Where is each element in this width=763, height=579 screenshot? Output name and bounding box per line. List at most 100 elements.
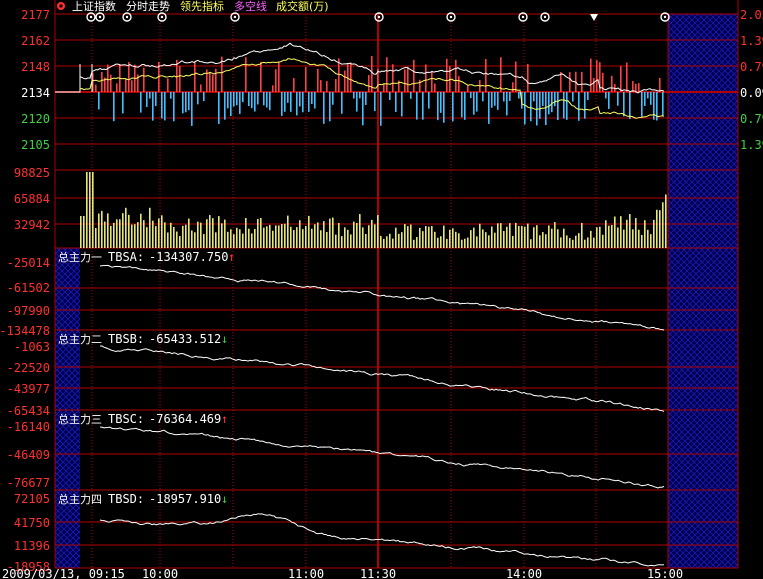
momentum-stick [215,68,217,92]
gear-icon-hub [125,15,129,19]
pct-tick-label: 1.39% [740,34,763,48]
gear-icon-hub [377,15,381,19]
momentum-stick [647,92,649,99]
indicator-tick-label: 72105 [14,492,50,506]
momentum-stick [170,92,172,99]
volume-bar [620,216,622,248]
triangle-down-icon [590,14,598,21]
momentum-stick [110,74,112,92]
momentum-stick [623,92,625,117]
volume-bar [89,172,91,248]
volume-bar [581,222,583,248]
volume-bar [224,219,226,248]
momentum-stick [218,92,220,124]
indicator-value: -76364.469 [149,412,221,426]
indicator-tick-label: -25014 [7,256,50,270]
momentum-stick [605,92,607,99]
volume-bar [311,228,313,248]
momentum-stick [284,92,286,112]
volume-bar [302,229,304,248]
volume-bar [356,222,358,248]
indicator-value: -134307.750 [149,250,228,264]
momentum-stick [200,84,202,92]
volume-bar [464,238,466,248]
volume-bar [554,222,556,248]
header-label-4: 成交额(万) [276,0,329,13]
volume-bar [329,218,331,248]
momentum-stick [266,92,268,108]
volume-bar [512,235,514,248]
momentum-stick [563,92,565,119]
indicator-code: TBSA: [108,250,144,264]
volume-bar [92,172,94,248]
momentum-stick [149,92,151,99]
indicator-line-TBSB [99,345,665,412]
indicator-value: -65433.512 [149,332,221,346]
momentum-stick [482,92,484,102]
momentum-stick [440,92,442,113]
momentum-stick [416,92,418,120]
momentum-stick [338,58,340,92]
volume-bar [650,234,652,248]
header-label-1: 分时走势 [126,0,170,13]
indicator-arrow: ↑ [228,250,235,264]
gear-icon-hub [543,15,547,19]
indicator-arrow: ↑ [221,412,228,426]
momentum-stick [431,70,433,92]
momentum-stick [587,92,589,101]
momentum-stick [632,81,634,92]
momentum-stick [608,92,610,109]
volume-bar [305,225,307,248]
momentum-stick [152,92,154,121]
momentum-stick [248,92,250,107]
momentum-stick [296,92,298,116]
volume-bar [227,231,229,248]
volume-bar [362,227,364,248]
volume-bar [128,214,130,248]
indicator-tick-label: -97990 [7,304,50,318]
volume-bar [635,218,637,248]
volume-bar [401,232,403,248]
momentum-stick [161,92,163,119]
price-tick-label: 2105 [21,138,50,152]
indicator-value: -18957.910 [149,492,221,506]
volume-bar [323,221,325,248]
indicator-title: 总主力一 [58,250,102,264]
momentum-stick [620,66,622,92]
volume-bar [494,232,496,248]
momentum-stick [368,74,370,92]
volume-bar [638,229,640,248]
volume-bar [623,229,625,248]
time-label: 11:00 [288,567,324,579]
indicator-tick-label: 41750 [14,516,50,530]
price-tick-label: 2177 [21,8,50,22]
volume-bar [317,222,319,248]
momentum-stick [524,92,526,125]
volume-bar [380,235,382,248]
volume-bar [524,226,526,248]
volume-bar [482,229,484,248]
volume-bar [140,213,142,248]
closed-zone-hatch [587,329,669,411]
pct-tick-label: 0.09% [740,86,763,100]
price-tick-label: 2134 [21,86,50,100]
momentum-stick [383,83,385,92]
volume-bar [632,229,634,248]
momentum-stick [401,92,403,117]
momentum-stick [584,92,586,119]
closed-zone-hatch [595,489,675,568]
volume-bar [602,234,604,248]
momentum-stick [209,71,211,92]
momentum-stick [419,79,421,92]
momentum-stick [245,57,247,92]
closed-zone-hatch [593,329,675,411]
closed-zone-hatch [735,247,738,331]
volume-bar [578,233,580,248]
gear-icon-hub [521,15,525,19]
gear-icon-hub [233,15,237,19]
volume-bar [113,222,115,248]
volume-bar [548,225,550,248]
momentum-stick [353,92,355,99]
volume-bar [551,228,553,248]
volume-bar [644,220,646,248]
